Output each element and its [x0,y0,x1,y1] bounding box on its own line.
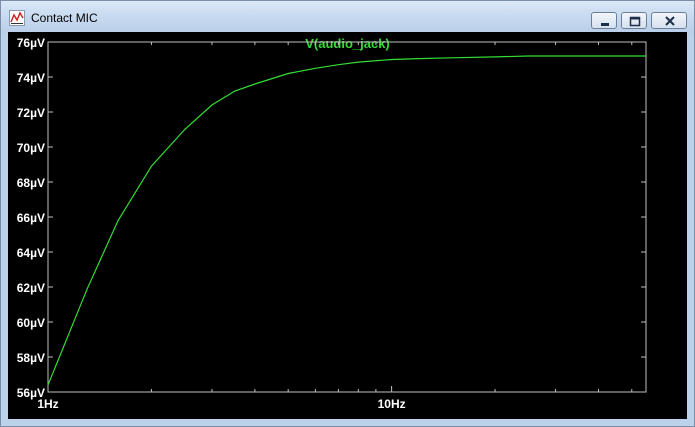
y-tick-label: 76µV [17,36,45,50]
window-title: Contact MIC [31,11,98,25]
maximize-button[interactable] [621,12,647,29]
y-tick-label: 70µV [17,141,45,155]
x-tick-label: 1Hz [37,397,58,411]
close-button[interactable] [651,12,687,29]
y-tick-label: 66µV [17,211,45,225]
minimize-icon [601,23,609,26]
y-tick-label: 74µV [17,71,45,85]
series-line [47,55,646,386]
y-tick-label: 68µV [17,176,45,190]
y-tick-label: 62µV [17,281,45,295]
plot-area[interactable]: 76µV 74µV 72µV 70µV 68µV 66µV 64µV 62µV 60µV 58µV… [8,32,687,419]
maximize-icon [629,16,641,27]
plot-pane[interactable]: V(audio_jack) 76µV 74µV 72µV 70µV 68µV 66µV 64… [8,32,687,419]
y-tick-label: 64µV [17,246,45,260]
close-icon [665,16,675,26]
app-window: Contact MIC V(audio_jack) 76µV 74µV 72µV 70… [0,0,695,427]
y-tick-label: 72µV [17,106,45,120]
y-tick-label: 58µV [17,351,45,365]
y-tick-label: 60µV [17,316,45,330]
title-bar[interactable]: Contact MIC [1,1,694,33]
plot-frame [47,41,647,393]
minimize-button[interactable] [591,12,617,29]
x-tick-label: 10Hz [378,397,406,411]
waveform-icon [9,10,25,26]
